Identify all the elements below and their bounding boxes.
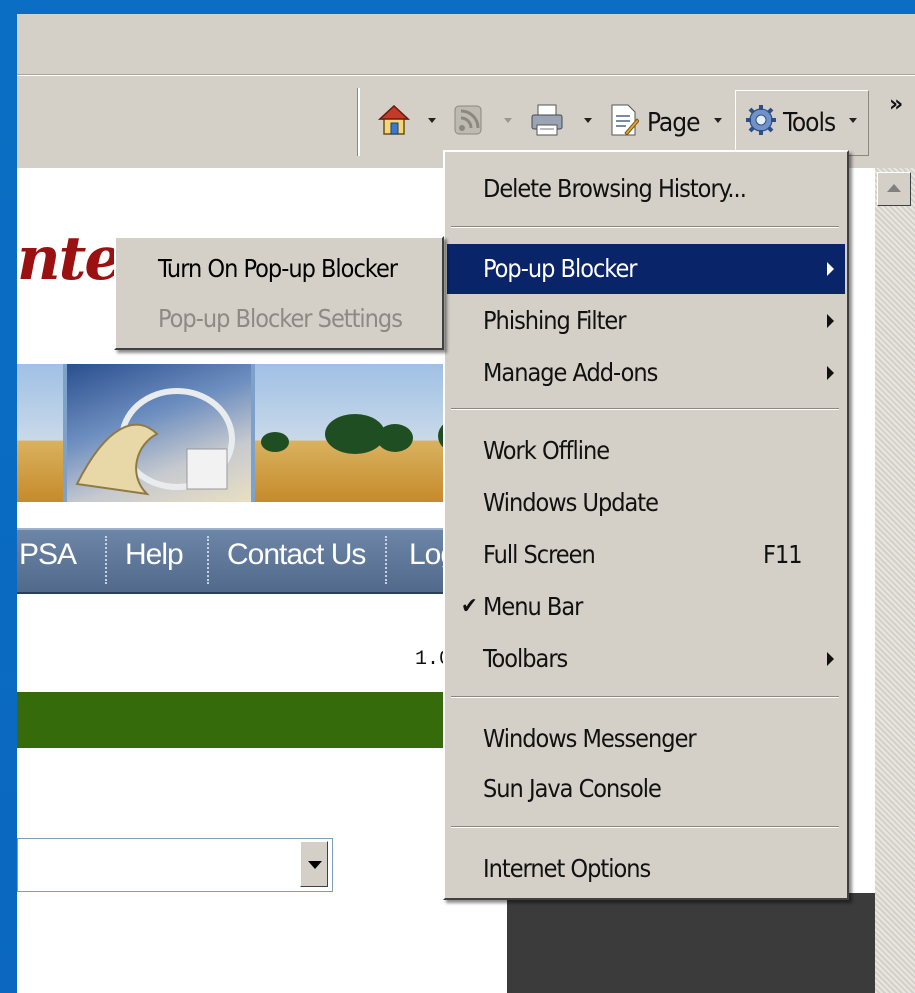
menu-separator [451, 408, 839, 410]
green-section-bar [17, 692, 487, 748]
vertical-scrollbar[interactable] [875, 168, 915, 993]
feeds-icon [453, 104, 483, 140]
home-dropdown-arrow[interactable] [428, 118, 436, 123]
menu-item-label: Pop-up Blocker [483, 254, 638, 283]
menu-item-label: Work Offline [483, 436, 610, 465]
banner-photo-equipment [67, 364, 251, 502]
nav-item-psa[interactable]: PSA [19, 538, 77, 572]
menu-item-label: Phishing Filter [483, 306, 626, 335]
toolbar-overflow-chevron[interactable]: » [889, 92, 903, 117]
submenu-item-label: Turn On Pop-up Blocker [158, 254, 398, 283]
site-nav-bar: PSA Help Contact Us Log [17, 528, 487, 594]
menu-item-label: Internet Options [483, 854, 651, 883]
tools-gear[interactable] [744, 104, 778, 140]
chevron-up-icon [887, 184, 901, 192]
print-button[interactable] [529, 104, 565, 140]
tools-label[interactable]: Tools [783, 108, 836, 138]
tools-dropdown-arrow[interactable] [849, 118, 857, 123]
menu-item-shortcut: F11 [763, 540, 803, 569]
menu-item-windows-messenger[interactable]: Windows Messenger [447, 714, 845, 764]
gear-icon [744, 103, 778, 141]
print-icon [529, 103, 565, 141]
feeds-button[interactable] [453, 104, 483, 140]
chevron-down-icon [308, 861, 322, 869]
menu-separator [451, 226, 839, 228]
menu-separator [451, 826, 839, 828]
menu-item-label: Windows Update [483, 488, 659, 517]
home-button[interactable] [377, 104, 411, 140]
nav-separator [385, 536, 387, 584]
page-dropdown-arrow[interactable] [714, 118, 722, 123]
menu-item-toolbars[interactable]: Toolbars [447, 634, 845, 684]
menu-item-internet-options[interactable]: Internet Options [447, 844, 845, 894]
nav-separator [207, 536, 209, 584]
tools-menu: Delete Browsing History... Pop-up Blocke… [443, 150, 849, 900]
menu-item-full-screen[interactable]: Full Screen F11 [447, 530, 845, 580]
menu-item-popup-blocker[interactable]: Pop-up Blocker [447, 244, 845, 294]
select-dropdown-button[interactable] [300, 841, 328, 887]
page-label[interactable]: Page [647, 108, 701, 138]
nav-separator [105, 536, 107, 584]
page-select-dropdown[interactable] [17, 838, 333, 892]
menu-item-label: Menu Bar [483, 592, 583, 621]
menu-item-label: Sun Java Console [483, 774, 662, 803]
menu-item-windows-update[interactable]: Windows Update [447, 478, 845, 528]
banner-photo-left [17, 364, 63, 502]
submenu-arrow-icon [827, 366, 834, 380]
nav-item-help[interactable]: Help [125, 538, 184, 572]
menu-item-label: Windows Messenger [483, 724, 697, 753]
home-icon [377, 103, 411, 141]
submenu-item-label: Pop-up Blocker Settings [158, 304, 403, 333]
menu-item-label: Toolbars [483, 644, 568, 673]
popup-blocker-submenu: Turn On Pop-up Blocker Pop-up Blocker Se… [114, 236, 444, 350]
print-dropdown-arrow[interactable] [584, 118, 592, 123]
menu-item-label: Full Screen [483, 540, 596, 569]
nav-item-contact-us[interactable]: Contact Us [227, 538, 366, 572]
menu-item-work-offline[interactable]: Work Offline [447, 426, 845, 476]
dark-panel [507, 893, 875, 993]
scroll-up-button[interactable] [877, 172, 911, 206]
menu-item-label: Manage Add-ons [483, 358, 658, 387]
submenu-arrow-icon [827, 262, 834, 276]
submenu-item-turn-on-popup-blocker[interactable]: Turn On Pop-up Blocker [118, 246, 440, 294]
menu-item-delete-browsing-history[interactable]: Delete Browsing History... [447, 164, 845, 214]
menu-item-menu-bar[interactable]: ✔ Menu Bar [447, 582, 845, 632]
submenu-arrow-icon [827, 652, 834, 666]
checkmark-icon: ✔ [461, 594, 478, 619]
header-banner [17, 364, 487, 502]
page-icon [609, 103, 640, 141]
toolbar-separator [357, 88, 360, 156]
submenu-item-popup-blocker-settings: Pop-up Blocker Settings [118, 296, 440, 344]
page-button[interactable] [609, 103, 640, 141]
banner-equipment-art [75, 388, 235, 496]
title-area [17, 14, 915, 75]
feeds-dropdown-arrow[interactable] [504, 118, 512, 123]
menu-item-sun-java-console[interactable]: Sun Java Console [447, 764, 845, 814]
submenu-arrow-icon [827, 314, 834, 328]
menu-item-phishing-filter[interactable]: Phishing Filter [447, 296, 845, 346]
menu-item-manage-add-ons[interactable]: Manage Add-ons [447, 348, 845, 398]
menu-item-label: Delete Browsing History... [483, 174, 747, 203]
menu-separator [451, 696, 839, 698]
